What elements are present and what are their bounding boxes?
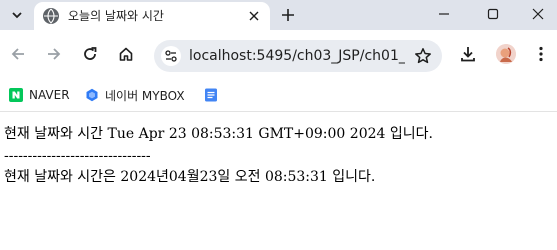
close-window-button[interactable] [524,4,552,24]
naver-icon [9,88,23,102]
url-text[interactable]: localhost:5495/ch03_JSP/ch01_b... [189,48,405,64]
bookmark-docs[interactable] [204,86,224,104]
minimize-button[interactable] [430,4,458,24]
tab-strip: 오늘의 날짜와 시간 [0,0,557,30]
reload-icon [84,47,97,60]
forward-button[interactable] [42,42,66,66]
bookmark-label: 네이버 MYBOX [105,88,185,103]
page-content: 현재 날짜와 시간 Tue Apr 23 08:53:31 GMT+09:00 … [0,113,557,250]
downloads-button[interactable] [458,44,478,64]
bookmark-star-icon[interactable] [414,47,432,65]
arrow-left-icon [11,48,24,60]
home-icon [119,47,133,61]
globe-icon [43,8,59,24]
tab-title: 오늘의 날짜와 시간 [68,9,164,23]
profile-icon [496,44,516,64]
address-bar[interactable]: localhost:5495/ch03_JSP/ch01_b... [154,40,442,72]
active-tab[interactable]: 오늘의 날짜와 시간 [34,2,270,30]
date-line-1: 현재 날짜와 시간 Tue Apr 23 08:53:31 GMT+09:00 … [4,126,433,142]
separator-line: ------------------------------- [4,148,151,164]
minimize-icon [439,13,449,15]
maximize-button[interactable] [479,4,507,24]
new-tab-button[interactable] [278,5,298,25]
date-line-2: 현재 날짜와 시간은 2024년04월23일 오전 08:53:31 입니다. [4,169,376,185]
close-icon [532,8,544,20]
kebab-menu-icon [539,46,543,62]
back-button[interactable] [6,42,30,66]
browser-menu-button[interactable] [534,44,548,64]
bookmark-label: NAVER [29,88,70,102]
browser-toolbar: localhost:5495/ch03_JSP/ch01_b... [0,30,557,78]
bookmarks-bar: NAVER 네이버 MYBOX [0,78,557,112]
docs-icon [204,88,218,102]
close-tab-icon[interactable] [246,8,262,24]
chevron-down-icon [12,12,22,19]
bookmark-mybox[interactable]: 네이버 MYBOX [85,86,185,104]
arrow-right-icon [48,48,61,60]
home-button[interactable] [114,42,138,66]
reload-button[interactable] [78,42,102,66]
tab-search-button[interactable] [6,5,28,25]
maximize-icon [487,8,499,20]
mybox-icon [85,88,99,102]
site-info-icon[interactable] [161,46,181,66]
plus-icon [282,9,294,21]
bookmark-naver[interactable]: NAVER [9,86,70,104]
profile-avatar[interactable] [496,44,516,64]
download-icon [461,47,475,62]
